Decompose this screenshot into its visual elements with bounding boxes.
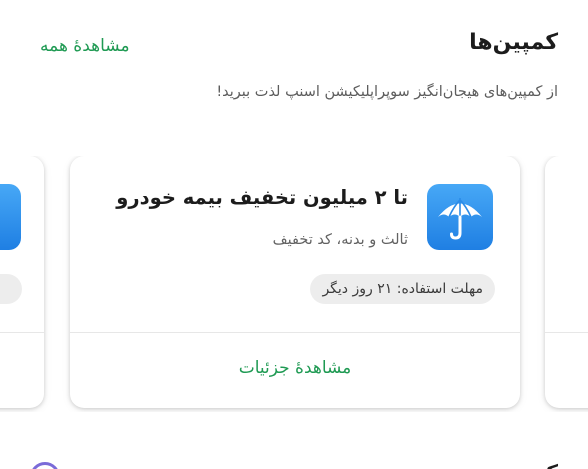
campaign-carousel[interactable]: تا ۲ میلیون تخفیف بیمه خودرو ثالث و بدنه…: [0, 156, 588, 412]
circle-icon: [30, 462, 60, 469]
next-section-title: کمپ‌ ‌‌: [505, 460, 558, 469]
cart-icon: [0, 184, 21, 250]
view-details-button[interactable]: مشاهدهٔ جزئیات: [70, 358, 520, 378]
campaign-description: ثالث و بدنه، کد تخفیف: [272, 232, 408, 248]
campaign-card-partial-left[interactable]: [0, 156, 44, 408]
card-divider: [70, 332, 520, 333]
card-divider: [0, 332, 44, 333]
section-title: کمپین‌ها: [469, 30, 558, 55]
card-divider: [545, 332, 588, 333]
campaign-card-partial-right[interactable]: [545, 156, 588, 408]
umbrella-icon: [438, 198, 482, 240]
campaign-badge: [0, 274, 22, 304]
campaigns-header: کمپین‌ها مشاهدهٔ همه: [0, 30, 588, 64]
campaign-icon: [427, 184, 493, 250]
campaign-title: تا ۲ میلیون تخفیف بیمه خودرو: [116, 186, 408, 209]
next-section-header: کمپ‌ ‌‌: [0, 452, 588, 469]
campaign-card[interactable]: تا ۲ میلیون تخفیف بیمه خودرو ثالث و بدنه…: [70, 156, 520, 408]
campaign-icon: [0, 184, 21, 250]
section-subtitle: از کمپین‌های هیجان‌انگیز سوپراپلیکیشن اس…: [216, 84, 558, 100]
see-all-link[interactable]: مشاهدهٔ همه: [40, 36, 130, 56]
expiry-badge: مهلت استفاده: ۲۱ روز دیگر: [310, 274, 495, 304]
